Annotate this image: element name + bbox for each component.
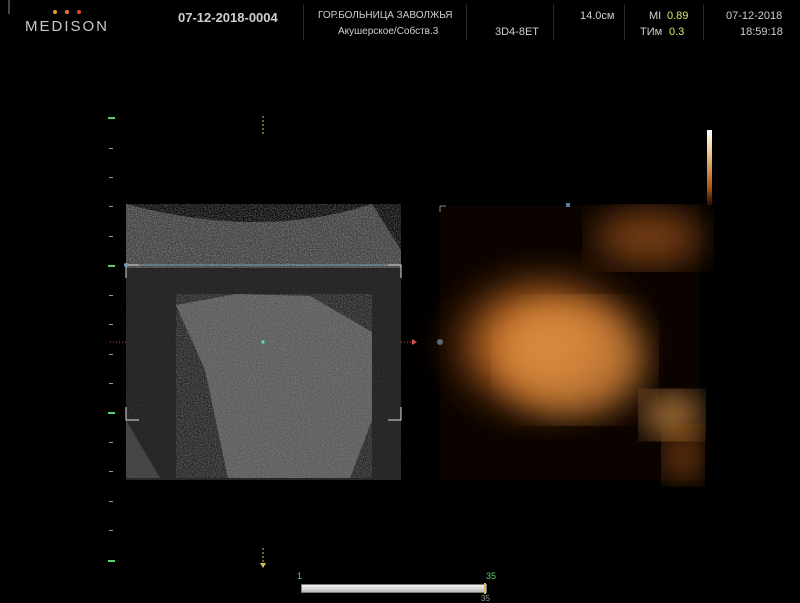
volume-end-label: 35 — [486, 571, 497, 581]
volume-slice-handle[interactable] — [484, 583, 486, 594]
volume-slice-bar[interactable] — [301, 584, 487, 593]
volume-position-label: 35 — [481, 594, 490, 603]
render-color-map — [707, 130, 712, 205]
volume-start-label: 1 — [297, 571, 303, 581]
rendered-3d-image — [435, 203, 703, 481]
